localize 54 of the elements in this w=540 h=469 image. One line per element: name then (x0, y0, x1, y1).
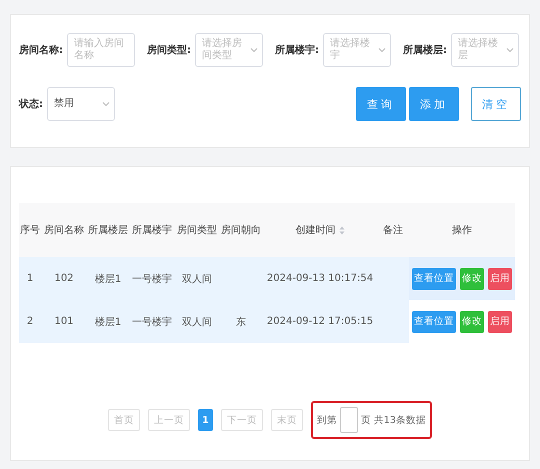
table-cell: 2024-09-12 17:05:15 (263, 300, 377, 343)
table-cell: 一号楼宇 (129, 300, 175, 343)
field-label: 状态: (19, 98, 43, 111)
column-header: 序号 (19, 203, 41, 257)
row-action-button[interactable]: 修改 (460, 310, 484, 332)
chevron-down-icon (102, 100, 110, 108)
table-cell: 1 (19, 257, 41, 300)
column-header: 房间朝向 (219, 203, 263, 257)
column-header: 房间类型 (175, 203, 219, 257)
column-header: 房间名称 (41, 203, 87, 257)
table-cell: 双人间 (175, 257, 219, 300)
chevron-down-icon (378, 46, 386, 54)
sort-icon[interactable] (338, 226, 344, 234)
select-field[interactable]: 请选择房间类型 (195, 33, 263, 67)
table-cell: 102 (41, 257, 87, 300)
table-cell: 双人间 (175, 300, 219, 343)
table-cell: 101 (41, 300, 87, 343)
field-label: 所属楼宇: (275, 43, 319, 57)
field-label: 房间名称: (19, 43, 63, 57)
action-button[interactable]: 添加 (409, 87, 459, 121)
action-button[interactable]: 清空 (471, 87, 521, 121)
field-label: 房间类型: (147, 43, 191, 57)
column-header: 备注 (377, 203, 409, 257)
select-field[interactable]: 禁用 (47, 87, 115, 121)
column-header: 所属楼层 (87, 203, 129, 257)
table-cell: 楼层1 (87, 257, 129, 300)
table-cell: 2024-09-13 10:17:54 (263, 257, 377, 300)
pager-nav-button[interactable]: 上一页 (148, 409, 190, 431)
action-button[interactable]: 查询 (356, 87, 406, 121)
page-button[interactable]: 1 (198, 409, 213, 431)
pager-nav-button[interactable]: 首页 (108, 409, 140, 431)
table-cell: 一号楼宇 (129, 257, 175, 300)
total-label: 页 共13条数据 (360, 414, 426, 426)
page-input[interactable] (340, 407, 358, 433)
select-field[interactable]: 请选择楼宇 (323, 33, 391, 67)
pager-nav-button[interactable]: 下一页 (220, 409, 263, 431)
row-action-button[interactable]: 启用 (488, 268, 512, 290)
jump-label: 到第 (316, 414, 337, 426)
column-header: 操作 (409, 203, 515, 257)
field-label: 所属楼层: (403, 44, 447, 57)
row-action-button[interactable]: 查看位置 (412, 310, 456, 332)
row-action-button[interactable]: 查看位置 (412, 268, 456, 290)
column-header: 所属楼宇 (129, 203, 175, 257)
row-action-button[interactable]: 修改 (460, 268, 484, 290)
select-field[interactable]: 请选择楼层 (451, 33, 519, 67)
column-header[interactable]: 创建时间 (263, 203, 377, 257)
input-field[interactable]: 请输入房间名称 (67, 33, 135, 67)
table-cell: 2 (19, 300, 41, 343)
chevron-down-icon (250, 46, 258, 54)
table-cell: 楼层1 (87, 300, 129, 343)
pager-nav-button[interactable]: 末页 (270, 409, 303, 431)
row-action-button[interactable]: 启用 (488, 310, 512, 332)
chevron-down-icon (506, 46, 514, 54)
table-cell: 东 (219, 300, 263, 343)
